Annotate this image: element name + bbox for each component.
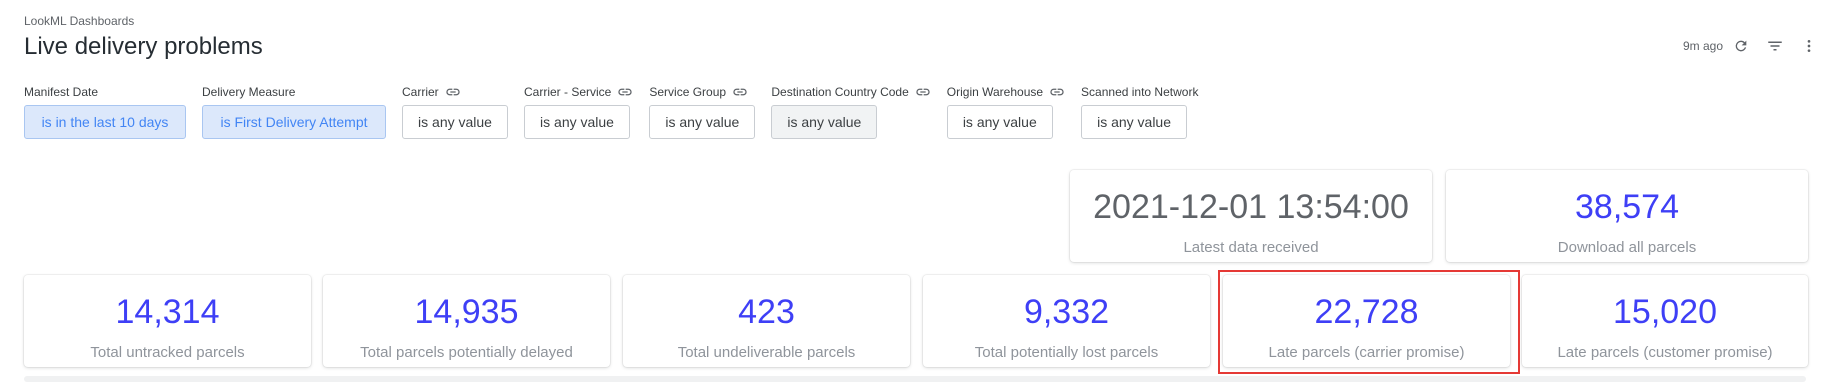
tile-value: 9,332 (1023, 293, 1110, 331)
link-icon (915, 87, 931, 97)
tile-value: 2021-12-01 13:54:00 (1093, 188, 1409, 226)
filter-value-button[interactable]: is any value (649, 105, 756, 139)
filter-service-group: Service Group is any value (649, 84, 756, 139)
tile-total-untracked-parcels: 14,314 Total untracked parcels (24, 275, 311, 367)
filter-icon[interactable] (1765, 36, 1785, 56)
filter-value-button[interactable]: is any value (771, 105, 878, 139)
tile-label: Download all parcels (1557, 239, 1697, 256)
filter-label: Delivery Measure (202, 84, 386, 99)
tile-label: Total untracked parcels (90, 344, 245, 361)
filter-label-text: Service Group (649, 84, 727, 99)
tile-late-parcels-customer-promise: 15,020 Late parcels (customer promise) (1522, 275, 1808, 367)
header-actions: 9m ago (1683, 36, 1819, 56)
filter-label: Carrier - Service (524, 84, 633, 99)
link-icon (445, 87, 461, 97)
tile-value: 14,314 (115, 293, 220, 331)
filter-carrier: Carrier is any value (402, 84, 508, 139)
last-updated-text: 9m ago (1682, 39, 1723, 53)
filter-carrier-service: Carrier - Service is any value (524, 84, 633, 139)
tile-label: Late parcels (carrier promise) (1268, 344, 1465, 361)
tile-late-parcels-carrier-promise: 22,728 Late parcels (carrier promise) (1223, 275, 1510, 367)
link-icon (1049, 87, 1065, 97)
filter-label-text: Scanned into Network (1081, 84, 1199, 99)
filter-label-text: Carrier - Service (524, 84, 612, 99)
filter-manifest-date: Manifest Date is in the last 10 days (24, 84, 186, 139)
filter-scanned-into-network: Scanned into Network is any value (1081, 84, 1198, 139)
filter-value-button[interactable]: is First Delivery Attempt (202, 105, 386, 139)
tile-download-all-parcels[interactable]: 38,574 Download all parcels (1446, 170, 1808, 262)
filter-bar: Manifest Date is in the last 10 days Del… (24, 84, 1214, 139)
filter-value-button[interactable]: is any value (1081, 105, 1188, 139)
refresh-icon[interactable] (1731, 36, 1751, 56)
tile-total-undeliverable-parcels: 423 Total undeliverable parcels (623, 275, 910, 367)
tile-label: Late parcels (customer promise) (1557, 344, 1773, 361)
tile-latest-data-received: 2021-12-01 13:54:00 Latest data received (1070, 170, 1432, 262)
filter-label: Manifest Date (24, 84, 186, 99)
tile-total-parcels-potentially-delayed: 14,935 Total parcels potentially delayed (323, 275, 610, 367)
filter-label-text: Destination Country Code (771, 84, 909, 99)
filter-label: Scanned into Network (1081, 84, 1198, 99)
filter-delivery-measure: Delivery Measure is First Delivery Attem… (202, 84, 386, 139)
filter-label: Service Group (649, 84, 755, 99)
filter-label-text: Manifest Date (24, 84, 99, 99)
filter-destination-country-code: Destination Country Code is any value (771, 84, 930, 139)
more-vert-icon[interactable] (1799, 36, 1819, 56)
filter-label-text: Carrier (402, 84, 439, 99)
filter-label: Carrier (402, 84, 508, 99)
filter-label: Origin Warehouse (947, 84, 1065, 99)
filter-origin-warehouse: Origin Warehouse is any value (946, 84, 1065, 139)
link-icon (732, 87, 748, 97)
tile-total-potentially-lost-parcels: 9,332 Total potentially lost parcels (923, 275, 1210, 367)
filter-value-button[interactable]: is in the last 10 days (24, 105, 186, 139)
tile-label: Latest data received (1183, 239, 1319, 256)
filter-label: Destination Country Code (771, 84, 930, 99)
tile-label: Total potentially lost parcels (974, 344, 1159, 361)
tile-value: 14,935 (414, 293, 519, 331)
next-row-edge (24, 376, 1806, 382)
filter-label-text: Delivery Measure (202, 84, 296, 99)
page-title: Live delivery problems (24, 33, 263, 60)
breadcrumb[interactable]: LookML Dashboards (24, 14, 134, 28)
filter-label-text: Origin Warehouse (946, 84, 1044, 99)
filter-value-button[interactable]: is any value (946, 105, 1053, 139)
tile-value: 38,574 (1575, 188, 1679, 226)
tile-value: 22,728 (1314, 293, 1419, 331)
filter-value-button[interactable]: is any value (402, 105, 508, 139)
link-icon (617, 87, 633, 97)
tile-label: Total parcels potentially delayed (360, 344, 573, 361)
filter-value-button[interactable]: is any value (524, 105, 630, 139)
tile-value: 15,020 (1613, 293, 1717, 331)
tile-value: 423 (738, 293, 795, 331)
tile-label: Total undeliverable parcels (677, 344, 856, 361)
